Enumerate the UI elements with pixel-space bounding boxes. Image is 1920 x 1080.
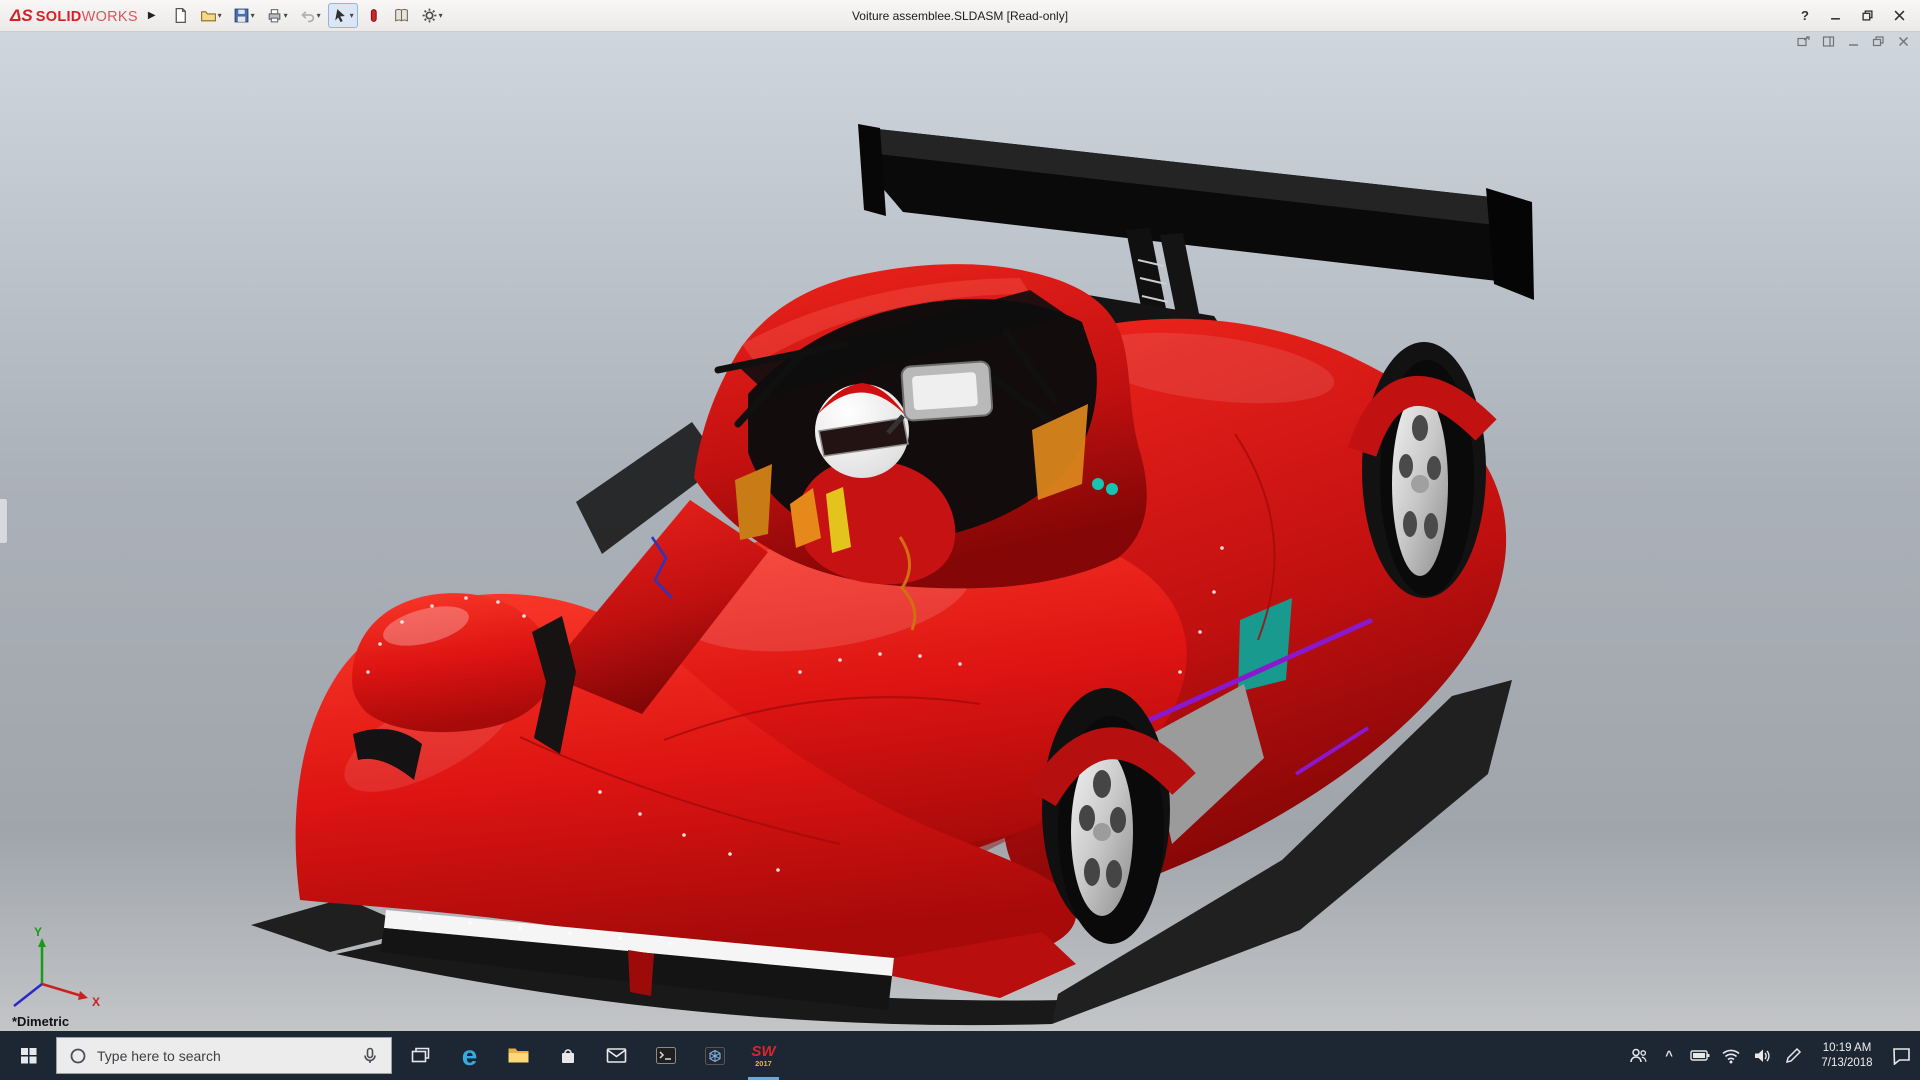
new-document-icon xyxy=(172,7,189,24)
close-button[interactable] xyxy=(1884,4,1914,28)
undo-button[interactable]: ▾ xyxy=(295,3,325,28)
action-center-icon xyxy=(1890,1046,1912,1065)
restore-button[interactable] xyxy=(1852,4,1882,28)
title-bar: ΔS SOLID WORKS ▶ ▾ ▾ xyxy=(0,0,1920,32)
doc-close-icon[interactable] xyxy=(1897,36,1910,47)
open-button[interactable]: ▾ xyxy=(196,3,226,28)
taskbar-clock[interactable]: 10:19 AM 7/13/2018 xyxy=(1809,1041,1885,1071)
taskbar-app-command-prompt[interactable] xyxy=(641,1031,690,1080)
taskbar-app-mail[interactable] xyxy=(592,1031,641,1080)
featuremanager-collapsed-tab[interactable] xyxy=(0,498,8,544)
edge-icon: e xyxy=(462,1042,478,1070)
triad-y-label: Y xyxy=(34,925,42,939)
window-controls: ? xyxy=(1792,4,1920,28)
pin-icon[interactable] xyxy=(1822,36,1835,47)
hidden-icons-button[interactable]: ^ xyxy=(1654,1031,1684,1080)
search-placeholder: Type here to search xyxy=(97,1048,351,1064)
composer-3d-icon xyxy=(704,1046,726,1066)
print-icon xyxy=(266,7,283,24)
minimize-icon xyxy=(1830,10,1841,21)
battery-button[interactable] xyxy=(1685,1031,1715,1080)
document-window-controls xyxy=(1797,36,1910,47)
appearances-button[interactable] xyxy=(361,3,386,28)
windows-ink-button[interactable] xyxy=(1778,1031,1808,1080)
speaker-icon xyxy=(1752,1046,1772,1065)
splitter-post xyxy=(628,950,654,996)
people-icon xyxy=(1628,1046,1648,1065)
doc-restore-icon[interactable] xyxy=(1872,36,1885,47)
mail-icon xyxy=(606,1047,627,1064)
clock-date: 7/13/2018 xyxy=(1809,1056,1885,1071)
quick-access-toolbar: ▾ ▾ ▾ ▾ xyxy=(168,3,447,28)
teal-fitting-1 xyxy=(1092,478,1104,490)
select-button[interactable]: ▾ xyxy=(328,3,358,28)
clock-time: 10:19 AM xyxy=(1809,1041,1885,1056)
file-properties-icon xyxy=(393,7,410,24)
taskbar-app-solidworks[interactable]: SW 2017 xyxy=(739,1031,788,1080)
store-icon xyxy=(558,1046,578,1065)
file-properties-button[interactable] xyxy=(389,3,414,28)
system-tray: ^ 10:19 AM xyxy=(1623,1031,1920,1080)
people-button[interactable] xyxy=(1623,1031,1653,1080)
view-orientation-label: *Dimetric xyxy=(12,1014,69,1029)
taskbar-app-edge[interactable]: e xyxy=(445,1031,494,1080)
doc-minimize-icon[interactable] xyxy=(1847,36,1860,47)
battery-icon xyxy=(1690,1046,1711,1065)
select-cursor-icon xyxy=(332,7,349,24)
windows-logo-icon xyxy=(20,1047,37,1064)
task-view-button[interactable] xyxy=(396,1031,445,1080)
teal-fitting-2 xyxy=(1106,483,1118,495)
solidworks-2017-icon: SW 2017 xyxy=(751,1044,775,1068)
taskbar-app-composer[interactable] xyxy=(690,1031,739,1080)
wifi-icon xyxy=(1721,1046,1741,1065)
taskbar-search-input[interactable]: Type here to search xyxy=(56,1037,392,1074)
microphone-icon[interactable] xyxy=(361,1047,379,1065)
cortana-icon xyxy=(69,1047,87,1065)
taskbar-app-file-explorer[interactable] xyxy=(494,1031,543,1080)
menu-flyout-arrow[interactable]: ▶ xyxy=(148,10,156,21)
action-center-button[interactable] xyxy=(1886,1031,1916,1080)
windows-taskbar: Type here to search e xyxy=(0,1031,1920,1080)
help-button[interactable]: ? xyxy=(1792,8,1818,23)
network-button[interactable] xyxy=(1716,1031,1746,1080)
appearances-icon xyxy=(365,7,382,24)
pop-out-icon[interactable] xyxy=(1797,36,1810,47)
restore-icon xyxy=(1862,10,1873,21)
save-icon xyxy=(233,7,250,24)
graphics-area[interactable]: Y X *Dimetric xyxy=(0,32,1920,1031)
options-button[interactable]: ▾ xyxy=(417,3,447,28)
pen-icon xyxy=(1783,1046,1803,1065)
options-gear-icon xyxy=(421,7,438,24)
open-folder-icon xyxy=(200,7,217,24)
start-button[interactable] xyxy=(0,1031,56,1080)
triad-x-label: X xyxy=(92,995,100,1009)
command-prompt-icon xyxy=(655,1046,677,1065)
solidworks-logo: ΔS SOLID WORKS xyxy=(0,6,144,26)
3d-viewport[interactable]: Y X xyxy=(0,32,1920,1031)
minimize-button[interactable] xyxy=(1820,4,1850,28)
task-view-icon xyxy=(411,1047,430,1064)
volume-button[interactable] xyxy=(1747,1031,1777,1080)
taskbar-app-store[interactable] xyxy=(543,1031,592,1080)
mirror[interactable] xyxy=(901,361,993,421)
rear-wheel[interactable] xyxy=(1362,342,1486,598)
file-explorer-icon xyxy=(507,1046,530,1065)
undo-icon xyxy=(299,7,316,24)
ds-logo-icon: ΔS xyxy=(10,6,33,26)
save-button[interactable]: ▾ xyxy=(229,3,259,28)
print-button[interactable]: ▾ xyxy=(262,3,292,28)
new-document-button[interactable] xyxy=(168,3,193,28)
taskbar-apps: e xyxy=(396,1031,788,1080)
close-icon xyxy=(1894,10,1905,21)
